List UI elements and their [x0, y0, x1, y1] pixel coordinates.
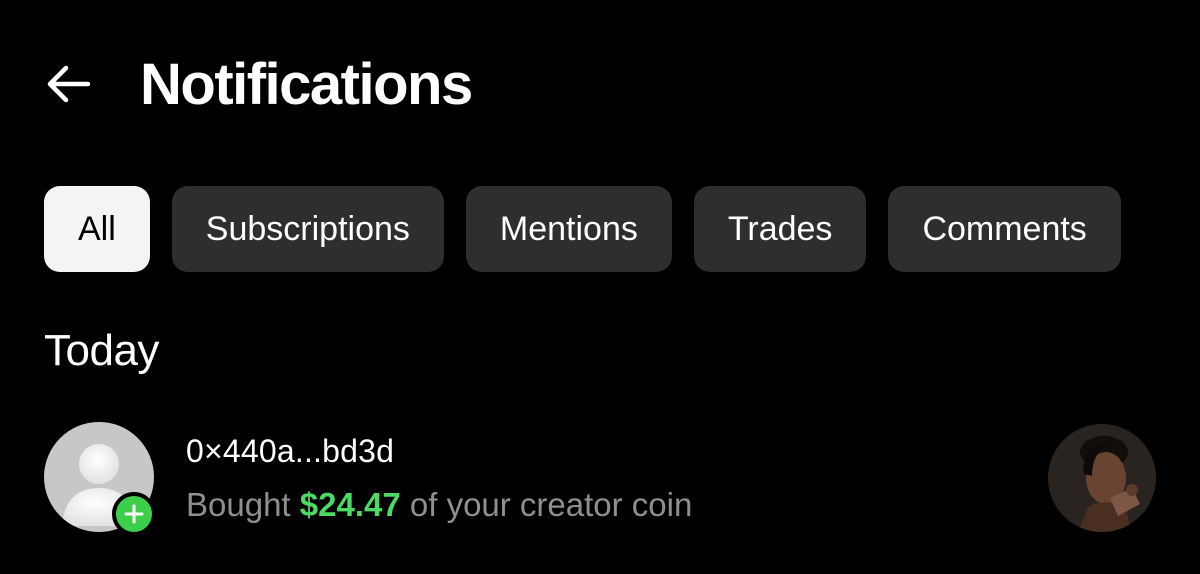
desc-suffix: of your creator coin	[409, 485, 693, 523]
desc-prefix: Bought	[186, 485, 291, 523]
notifications-screen: Notifications All Subscriptions Mentions…	[0, 0, 1200, 574]
section-title-today: Today	[44, 326, 159, 375]
avatar-wrap[interactable]	[44, 422, 156, 536]
plus-badge	[112, 492, 156, 536]
tab-comments[interactable]: Comments	[888, 186, 1121, 272]
arrow-left-icon	[47, 65, 91, 103]
page-title: Notifications	[140, 51, 473, 117]
notification-item[interactable]: 0×440a...bd3d Bought $24.47 of your crea…	[44, 420, 1156, 536]
header: Notifications	[44, 48, 473, 120]
tab-all[interactable]: All	[44, 186, 150, 272]
notification-description: Bought $24.47 of your creator coin	[186, 486, 1048, 524]
notification-text: 0×440a...bd3d Bought $24.47 of your crea…	[186, 433, 1048, 524]
tab-trades[interactable]: Trades	[693, 186, 867, 272]
creator-thumbnail[interactable]	[1048, 424, 1156, 532]
trade-amount: $24.47	[299, 485, 401, 523]
tab-subscriptions[interactable]: Subscriptions	[171, 186, 444, 272]
tab-mentions[interactable]: Mentions	[465, 186, 672, 272]
filter-tabs: All Subscriptions Mentions Trades Commen…	[44, 186, 1121, 272]
back-button[interactable]	[44, 56, 100, 112]
plus-icon	[124, 504, 144, 524]
notification-user[interactable]: 0×440a...bd3d	[186, 433, 1048, 470]
creator-photo	[1048, 424, 1156, 532]
